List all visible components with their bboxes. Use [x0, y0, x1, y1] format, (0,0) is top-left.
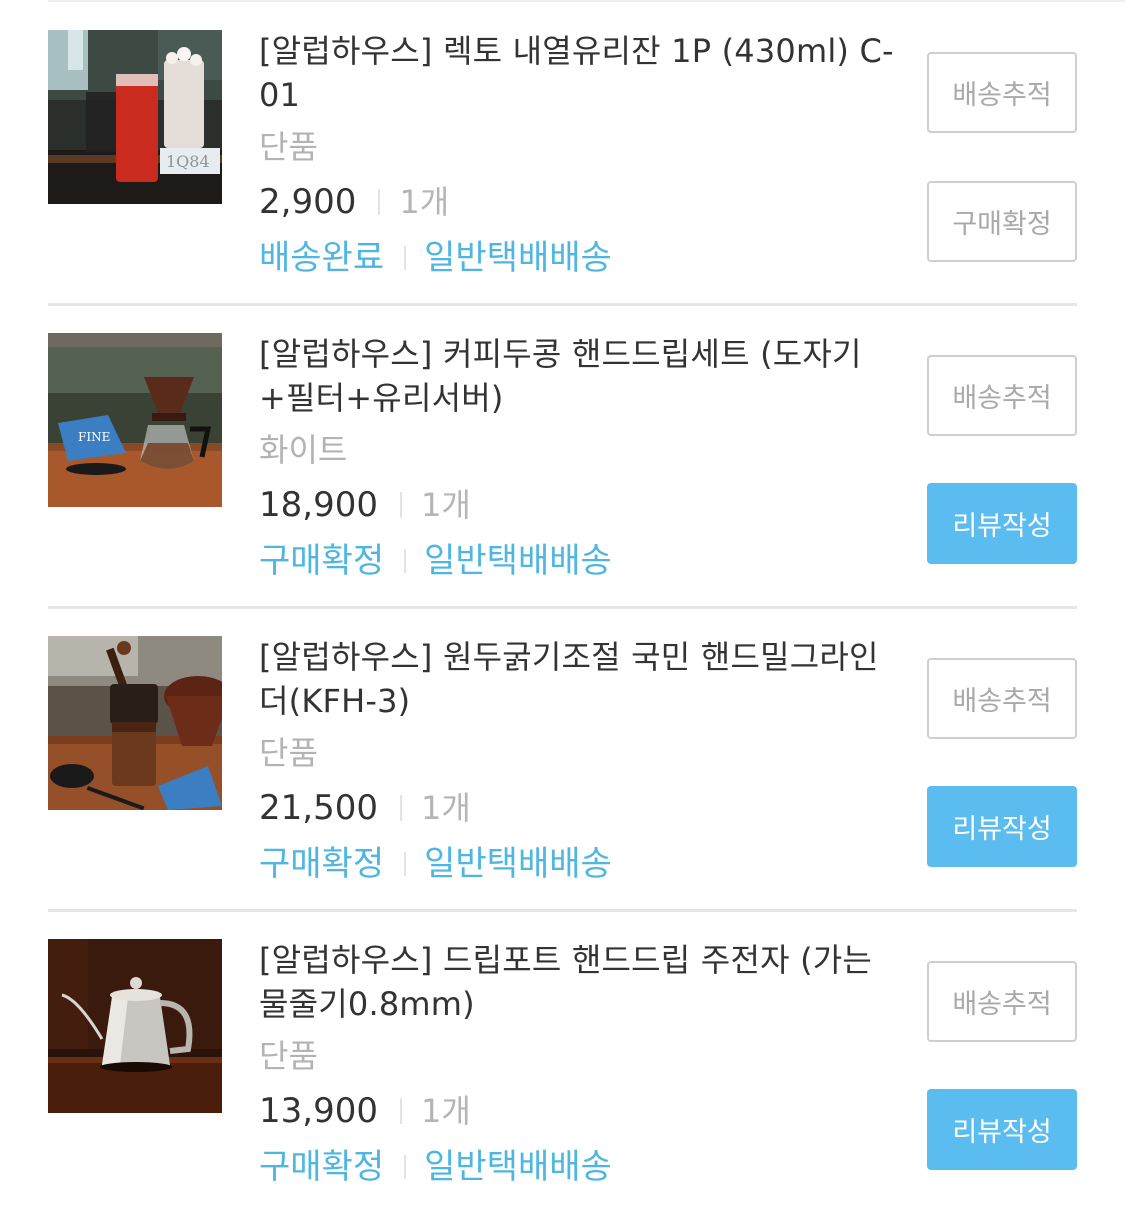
track-delivery-button[interactable]: 배송추적 — [927, 658, 1077, 739]
product-image[interactable]: 1Q84 — [48, 30, 222, 204]
write-review-button[interactable]: 리뷰작성 — [927, 483, 1077, 564]
drip-kettle-photo — [48, 939, 222, 1113]
product-price: 21,500 — [259, 788, 378, 828]
separator — [404, 852, 407, 876]
track-delivery-button[interactable]: 배송추적 — [927, 961, 1077, 1042]
write-review-button[interactable]: 리뷰작성 — [927, 786, 1077, 867]
shipping-method: 일반택배배송 — [424, 541, 612, 581]
product-quantity: 1개 — [420, 486, 471, 524]
product-quantity: 1개 — [399, 183, 450, 221]
svg-text:FINE: FINE — [78, 430, 110, 444]
track-delivery-button[interactable]: 배송추적 — [927, 355, 1077, 436]
hand-drip-set-photo: FINE — [48, 333, 222, 507]
product-image[interactable] — [48, 939, 222, 1113]
order-item: [알럽하우스] 원두굵기조절 국민 핸드밀그라인더(KFH-3) 단품 21,5… — [48, 609, 1077, 912]
product-option: 화이트 — [259, 431, 348, 469]
hand-mill-grinder-photo — [48, 636, 222, 810]
order-status: 구매확정 — [259, 541, 385, 581]
product-image[interactable] — [48, 636, 222, 810]
product-quantity: 1개 — [420, 1092, 471, 1130]
shipping-method: 일반택배배송 — [424, 238, 612, 278]
order-item: FINE [알럽하우스] 커피두콩 핸드드립세트 (도자기+필터+유리서버) 화… — [48, 306, 1077, 609]
order-status: 배송완료 — [259, 238, 385, 278]
confirm-purchase-button[interactable]: 구매확정 — [927, 181, 1077, 262]
separator — [378, 189, 381, 215]
product-option: 단품 — [259, 734, 318, 772]
separator — [404, 549, 407, 573]
product-option: 단품 — [259, 1037, 318, 1075]
separator — [404, 246, 407, 270]
product-price: 2,900 — [259, 182, 357, 222]
order-item: 1Q84 [알럽하우스] 렉토 내열유리잔 1P (430ml) C-01 단품… — [48, 3, 1077, 306]
product-price: 13,900 — [259, 1091, 378, 1131]
order-status: 구매확정 — [259, 1147, 385, 1187]
product-title[interactable]: [알럽하우스] 드립포트 핸드드립 주전자 (가는물줄기0.8mm) — [259, 938, 899, 1026]
product-image[interactable]: FINE — [48, 333, 222, 507]
product-title[interactable]: [알럽하우스] 커피두콩 핸드드립세트 (도자기+필터+유리서버) — [259, 332, 899, 420]
product-title[interactable]: [알럽하우스] 원두굵기조절 국민 핸드밀그라인더(KFH-3) — [259, 635, 899, 723]
product-price: 18,900 — [259, 485, 378, 525]
track-delivery-button[interactable]: 배송추적 — [927, 52, 1077, 133]
separator — [404, 1155, 407, 1179]
product-title[interactable]: [알럽하우스] 렉토 내열유리잔 1P (430ml) C-01 — [259, 29, 899, 117]
order-item: [알럽하우스] 드립포트 핸드드립 주전자 (가는물줄기0.8mm) 단품 13… — [48, 912, 1077, 1215]
separator — [399, 492, 402, 518]
write-review-button[interactable]: 리뷰작성 — [927, 1089, 1077, 1170]
separator — [399, 795, 402, 821]
product-quantity: 1개 — [420, 789, 471, 827]
svg-text:1Q84: 1Q84 — [166, 152, 210, 171]
shipping-method: 일반택배배송 — [424, 844, 612, 884]
order-status: 구매확정 — [259, 844, 385, 884]
shipping-method: 일반택배배송 — [424, 1147, 612, 1187]
product-option: 단품 — [259, 128, 318, 166]
glass-cups-photo: 1Q84 — [48, 30, 222, 204]
separator — [399, 1098, 402, 1124]
